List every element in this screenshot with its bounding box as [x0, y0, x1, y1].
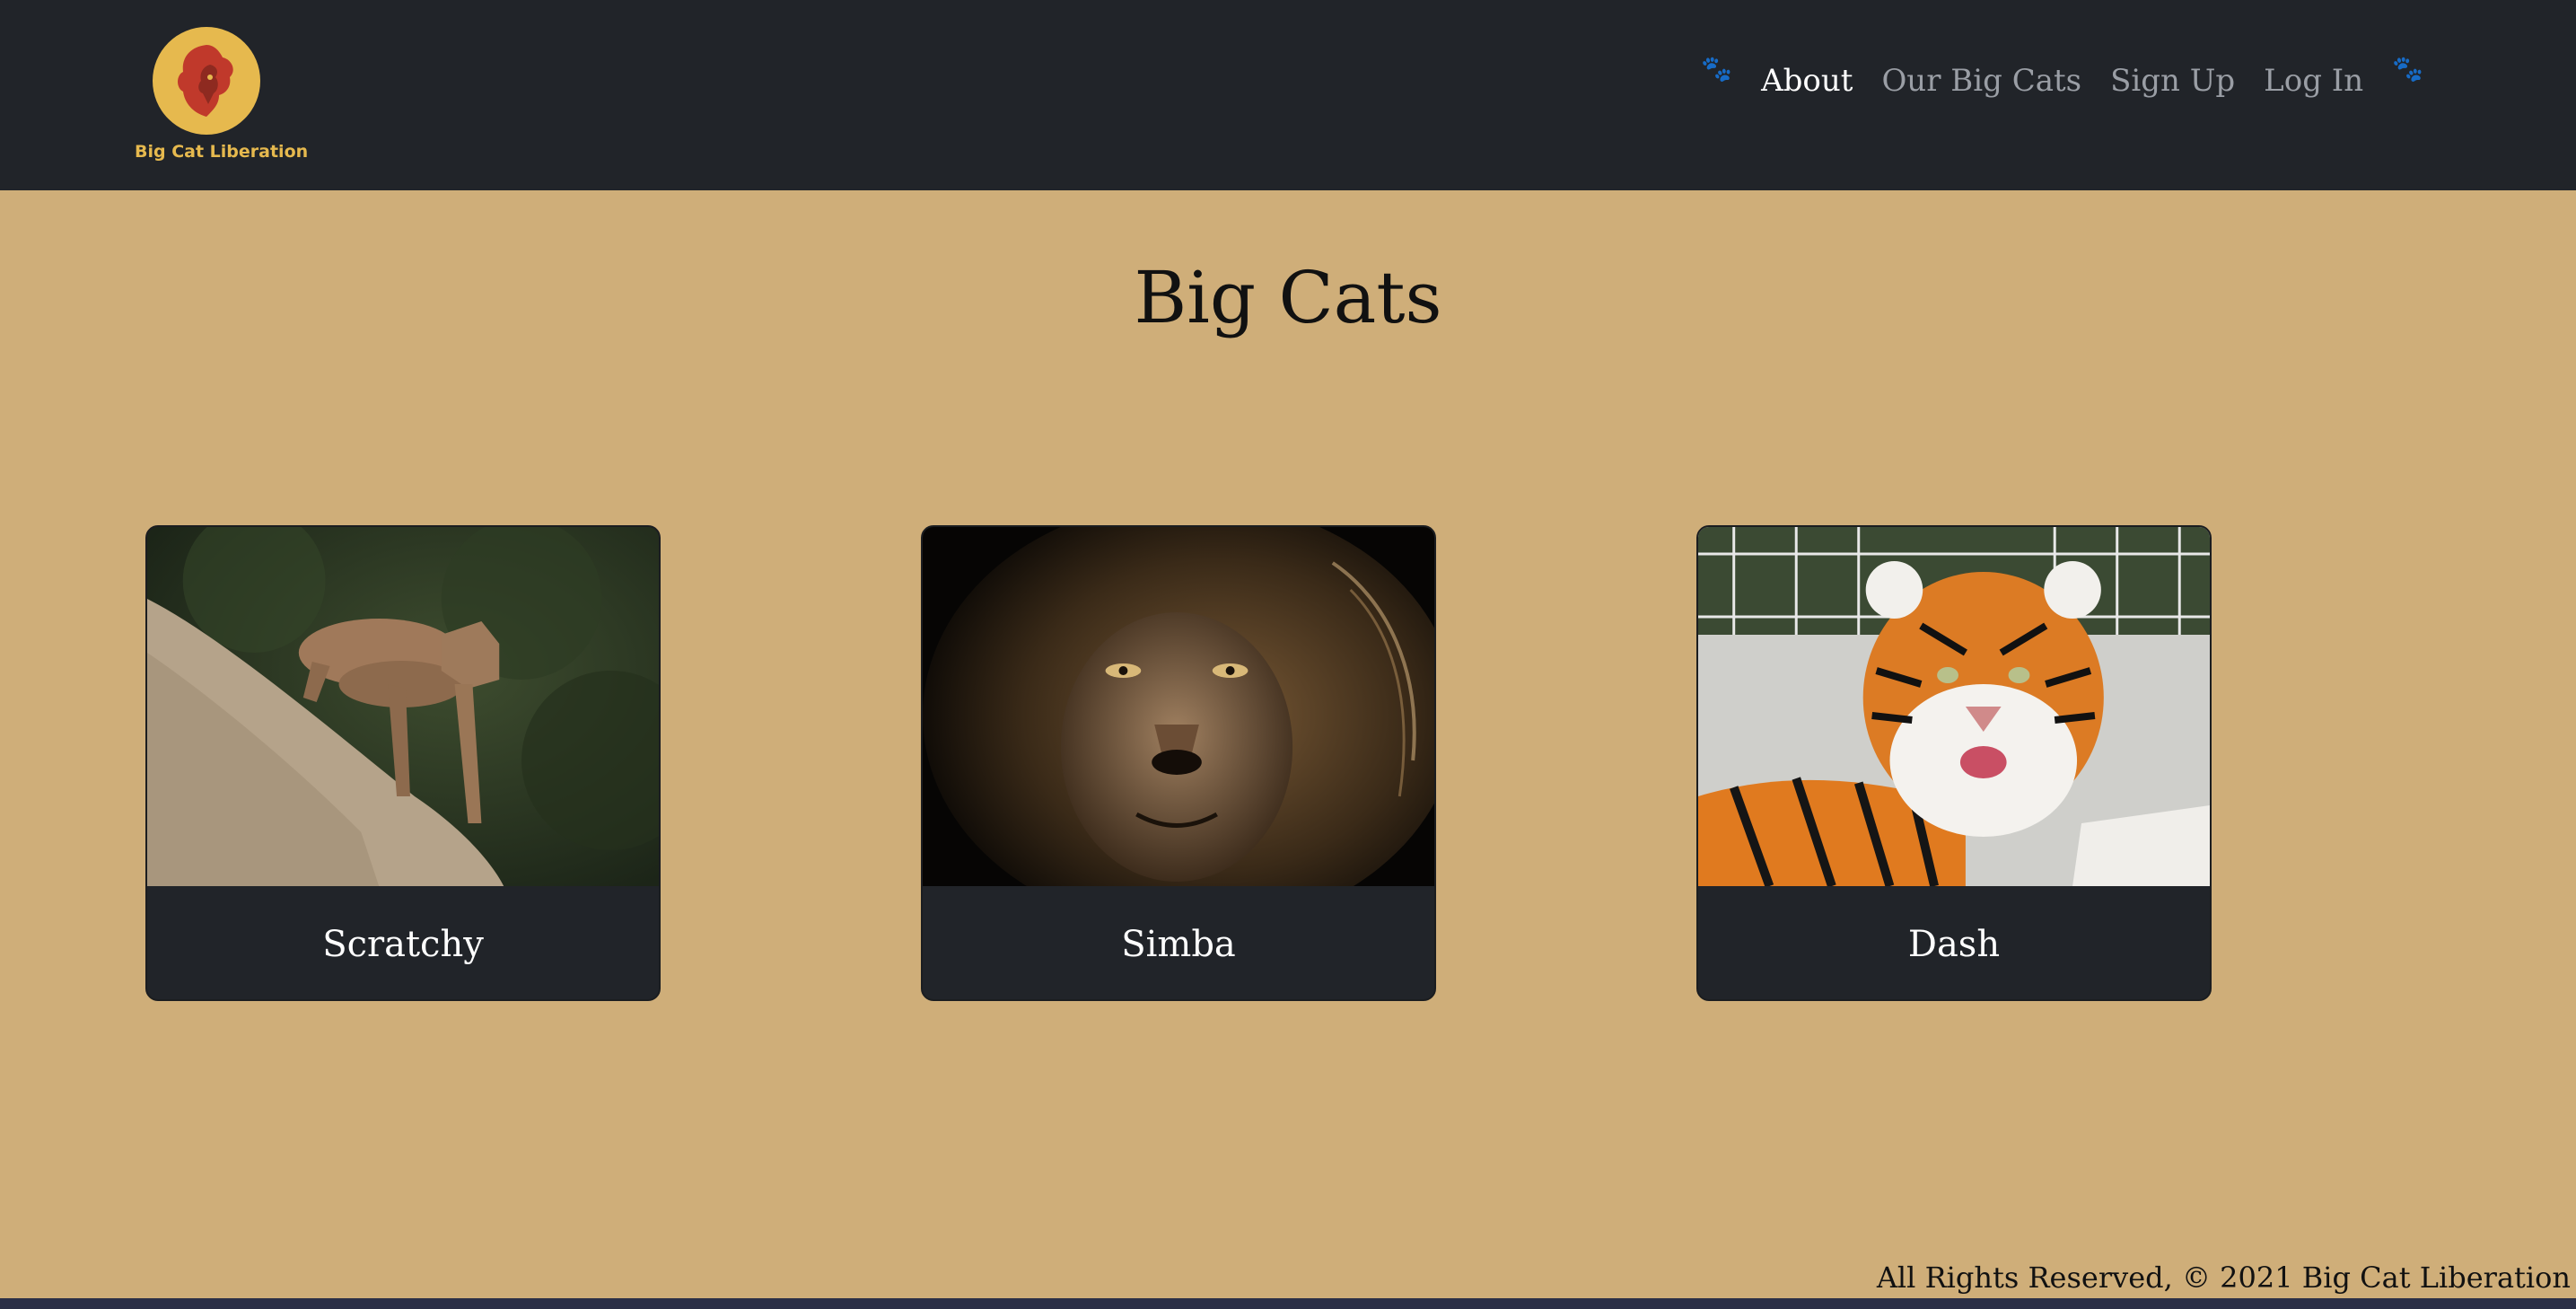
footer-copyright: All Rights Reserved, © 2021 Big Cat Libe… [1876, 1261, 2571, 1295]
lion-head-icon [153, 27, 260, 135]
cat-name: Simba [1121, 924, 1236, 965]
brand-name: Big Cat Liberation [135, 142, 309, 162]
cat-card-dash[interactable]: Dash [1696, 525, 2212, 1001]
cat-name: Scratchy [322, 924, 484, 965]
page-title: Big Cats [1134, 256, 1442, 339]
nav-sign-up[interactable]: Sign Up [2110, 63, 2235, 99]
cat-name: Dash [1907, 924, 2001, 965]
nav-log-in[interactable]: Log In [2264, 63, 2363, 99]
paw-print-icon: 🐾 [2392, 53, 2423, 83]
brand-logo[interactable]: Big Cat Liberation [135, 27, 309, 162]
paw-print-icon: 🐾 [1701, 53, 1733, 83]
tiger-photo [1698, 527, 2210, 886]
nav-about[interactable]: About [1761, 63, 1853, 99]
cougar-photo [147, 527, 659, 886]
cat-card-simba[interactable]: Simba [921, 525, 1436, 1001]
lion-photo [923, 527, 1434, 886]
window-bottom-edge [0, 1298, 2576, 1309]
nav-menu: 🐾 About Our Big Cats Sign Up Log In 🐾 [1701, 54, 2423, 100]
top-navbar: Big Cat Liberation 🐾 About Our Big Cats … [0, 0, 2576, 190]
nav-our-big-cats[interactable]: Our Big Cats [1881, 63, 2081, 99]
cat-card-scratchy[interactable]: Scratchy [145, 525, 661, 1001]
